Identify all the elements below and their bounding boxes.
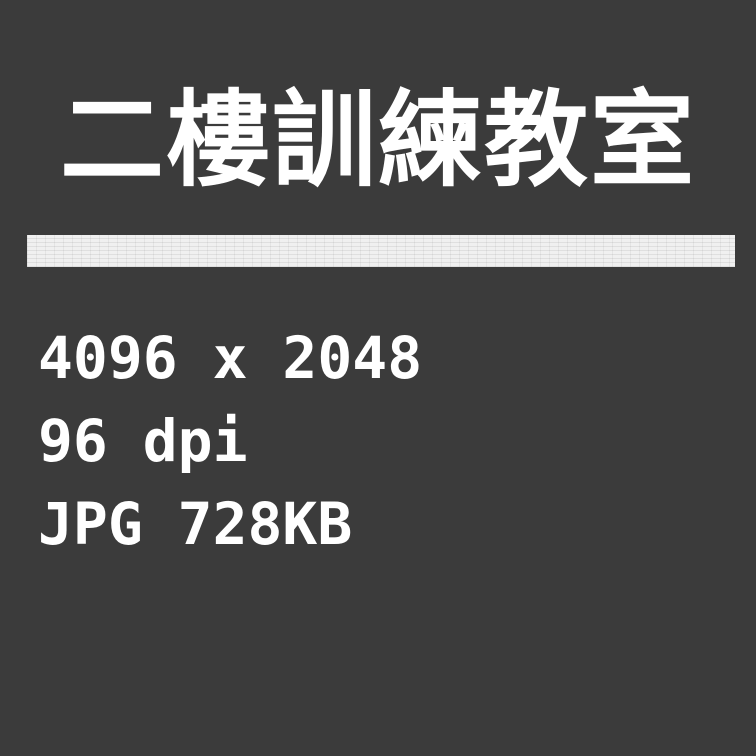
image-dpi: 96 dpi <box>38 407 248 475</box>
room-title: 二樓訓練教室 <box>59 79 696 201</box>
image-resolution: 4096 x 2048 <box>38 324 423 392</box>
image-format-size: JPG 728KB <box>38 490 353 558</box>
thumbnail-card: 二樓訓練教室 4096 x 2048 96 dpi JPG 728KB <box>0 0 756 756</box>
panorama-preview-strip <box>27 235 735 267</box>
